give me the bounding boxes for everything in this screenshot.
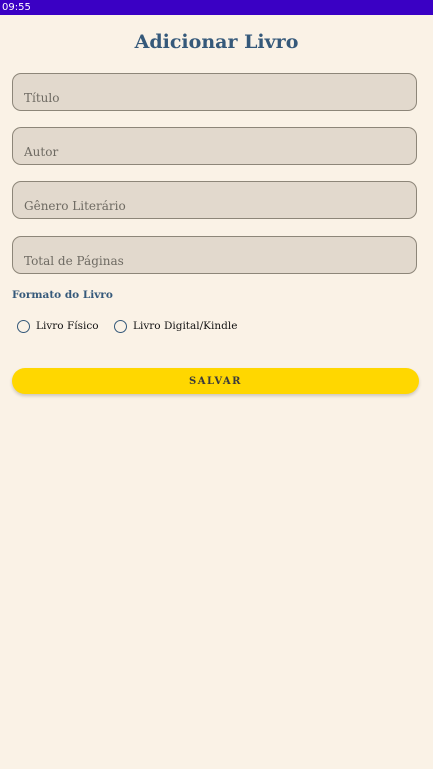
- format-section-label: Formato do Livro: [12, 289, 113, 301]
- pages-input[interactable]: [24, 251, 394, 271]
- format-option-physical[interactable]: Livro Físico: [17, 318, 99, 334]
- author-input[interactable]: [24, 142, 394, 162]
- author-field[interactable]: [12, 127, 417, 165]
- status-time: 09:55: [2, 2, 31, 13]
- format-option-digital-label: Livro Digital/Kindle: [133, 320, 238, 332]
- genre-input[interactable]: [24, 196, 394, 216]
- format-option-physical-label: Livro Físico: [36, 320, 99, 332]
- save-button[interactable]: SALVAR: [12, 368, 419, 394]
- format-option-digital[interactable]: Livro Digital/Kindle: [114, 318, 237, 334]
- pages-field[interactable]: [12, 236, 417, 274]
- radio-unchecked-icon[interactable]: [17, 319, 30, 333]
- page-title: Adicionar Livro: [134, 31, 299, 53]
- radio-unchecked-icon[interactable]: [114, 319, 127, 333]
- genre-field[interactable]: [12, 181, 417, 219]
- title-input[interactable]: [24, 88, 394, 108]
- status-bar: 09:55: [0, 0, 433, 15]
- title-field[interactable]: [12, 73, 417, 111]
